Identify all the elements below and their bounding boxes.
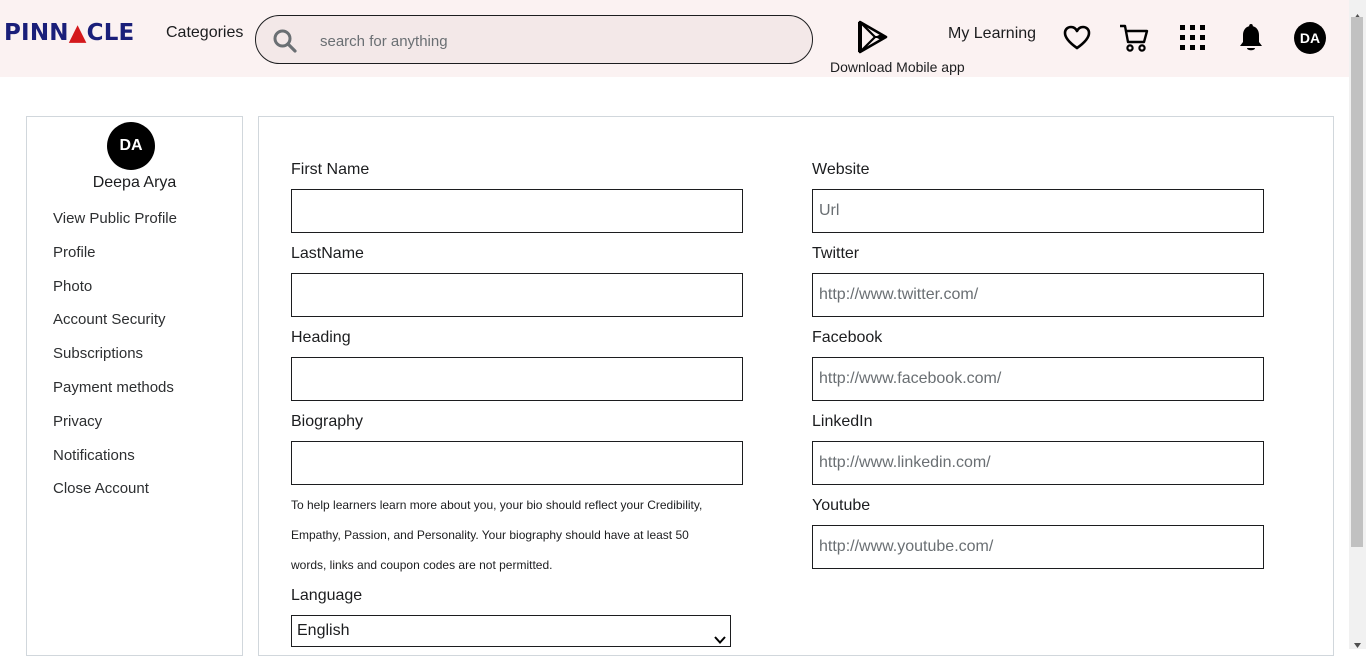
website-label: Website bbox=[812, 161, 870, 178]
biography-field[interactable] bbox=[291, 441, 743, 485]
user-avatar[interactable]: DA bbox=[1294, 22, 1326, 54]
linkedin-label: LinkedIn bbox=[812, 413, 873, 430]
scrollbar-thumb[interactable] bbox=[1351, 17, 1363, 547]
language-selected-value: English bbox=[297, 622, 350, 639]
download-mobile-app-label: Download Mobile app bbox=[830, 59, 965, 75]
logo-text-right: CLE bbox=[86, 20, 135, 46]
website-field[interactable] bbox=[812, 189, 1264, 233]
pinnacle-logo[interactable]: PINN▲CLE bbox=[4, 20, 134, 46]
my-learning-link[interactable]: My Learning bbox=[948, 25, 1036, 43]
sidebar-item-notifications[interactable]: Notifications bbox=[53, 446, 177, 480]
language-select[interactable]: English bbox=[291, 615, 731, 647]
facebook-label: Facebook bbox=[812, 329, 883, 346]
logo-triangle-mark: ▲ bbox=[68, 20, 87, 46]
language-label: Language bbox=[291, 587, 363, 604]
heading-field[interactable] bbox=[291, 357, 743, 401]
linkedin-field[interactable] bbox=[812, 441, 1264, 485]
last-name-label: LastName bbox=[291, 245, 364, 262]
sidebar-item-profile[interactable]: Profile bbox=[53, 243, 177, 277]
top-navbar: PINN▲CLE Categories Download Mobile app … bbox=[0, 0, 1349, 77]
heart-icon[interactable] bbox=[1063, 25, 1091, 56]
sidebar-item-account-security[interactable]: Account Security bbox=[53, 310, 177, 344]
search-icon[interactable] bbox=[272, 28, 298, 59]
cart-icon[interactable] bbox=[1118, 22, 1150, 59]
heading-label: Heading bbox=[291, 329, 351, 346]
search-input[interactable] bbox=[318, 28, 792, 54]
sidebar-avatar: DA bbox=[107, 122, 155, 170]
first-name-label: First Name bbox=[291, 161, 370, 178]
twitter-field[interactable] bbox=[812, 273, 1264, 317]
sidebar-item-view-public-profile[interactable]: View Public Profile bbox=[53, 209, 177, 243]
scroll-down-arrow-icon[interactable] bbox=[1354, 635, 1361, 653]
youtube-label: Youtube bbox=[812, 497, 871, 514]
twitter-label: Twitter bbox=[812, 245, 860, 262]
profile-form-panel: First Name LastName Heading Biography To… bbox=[258, 116, 1334, 656]
sidebar-nav: View Public Profile Profile Photo Accoun… bbox=[53, 209, 177, 513]
apps-grid-icon[interactable] bbox=[1179, 24, 1207, 57]
biography-help-line: words, links and coupon codes are not pe… bbox=[291, 558, 553, 572]
sidebar-item-close-account[interactable]: Close Account bbox=[53, 479, 177, 513]
vertical-scrollbar[interactable] bbox=[1349, 0, 1366, 649]
sidebar-item-privacy[interactable]: Privacy bbox=[53, 412, 177, 446]
bell-icon[interactable] bbox=[1239, 24, 1263, 57]
biography-help-text: To help learners learn more about you, y… bbox=[291, 490, 741, 580]
logo-text-left: PINN bbox=[4, 20, 69, 46]
google-play-icon[interactable] bbox=[857, 20, 889, 59]
biography-help-line: To help learners learn more about you, y… bbox=[291, 498, 703, 512]
search-bar[interactable] bbox=[255, 15, 813, 64]
categories-menu[interactable]: Categories bbox=[166, 24, 243, 42]
profile-sidebar: DA Deepa Arya View Public Profile Profil… bbox=[26, 116, 243, 656]
biography-help-line: Empathy, Passion, and Personality. Your … bbox=[291, 528, 689, 542]
user-name: Deepa Arya bbox=[92, 174, 177, 191]
last-name-field[interactable] bbox=[291, 273, 743, 317]
sidebar-item-payment-methods[interactable]: Payment methods bbox=[53, 378, 177, 412]
biography-label: Biography bbox=[291, 413, 364, 430]
youtube-field[interactable] bbox=[812, 525, 1264, 569]
sidebar-item-subscriptions[interactable]: Subscriptions bbox=[53, 344, 177, 378]
sidebar-item-photo[interactable]: Photo bbox=[53, 277, 177, 311]
facebook-field[interactable] bbox=[812, 357, 1264, 401]
first-name-field[interactable] bbox=[291, 189, 743, 233]
chevron-down-icon bbox=[714, 626, 726, 656]
download-mobile-app[interactable]: Download Mobile app bbox=[826, 18, 966, 78]
